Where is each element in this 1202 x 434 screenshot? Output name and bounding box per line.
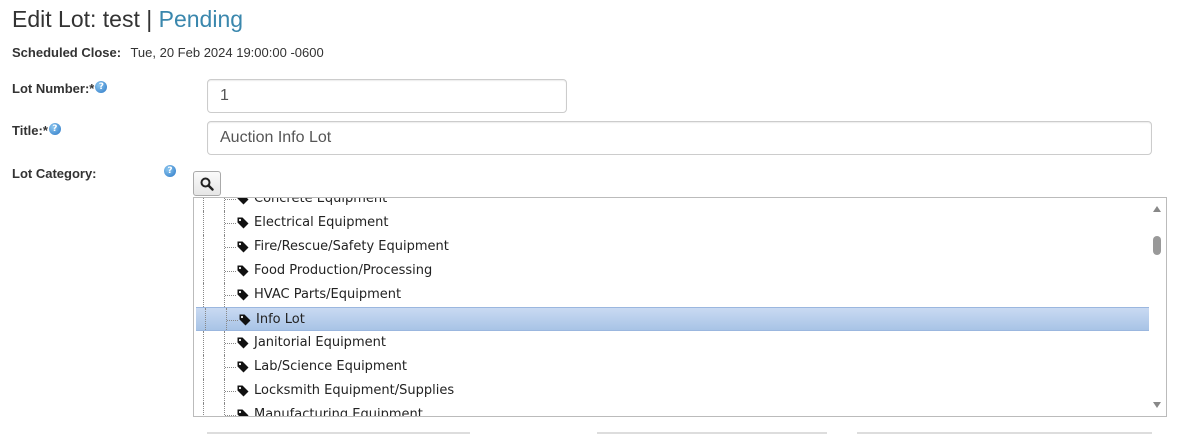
- magnifier-icon: [200, 177, 214, 191]
- category-tree-item[interactable]: Concrete Equipment: [194, 197, 1149, 211]
- title-separator: |: [139, 6, 159, 32]
- tree-line: [203, 331, 204, 355]
- category-tree-item[interactable]: Janitorial Equipment: [194, 331, 1149, 355]
- tag-icon: [237, 361, 249, 373]
- category-tree-item-label: Info Lot: [256, 312, 305, 327]
- lot-status: Pending: [158, 6, 244, 32]
- category-tree-item[interactable]: HVAC Parts/Equipment: [194, 283, 1149, 307]
- tree-line: [225, 367, 236, 368]
- tree-scrollbar[interactable]: [1149, 198, 1166, 416]
- question-circle-icon[interactable]: ?: [164, 165, 176, 177]
- title-label-text: Title:*: [12, 123, 48, 138]
- category-tree-item-label: Locksmith Equipment/Supplies: [254, 383, 455, 398]
- scheduled-close-label: Scheduled Close:: [12, 45, 122, 60]
- category-tree-item-label: Janitorial Equipment: [254, 335, 386, 350]
- title-label: Title:*?: [12, 123, 61, 138]
- tree-line: [225, 343, 236, 344]
- tree-line: [225, 295, 236, 296]
- tree-line: [225, 271, 236, 272]
- category-tree-item[interactable]: Info Lot: [196, 307, 1149, 331]
- category-tree-item-label: Electrical Equipment: [254, 215, 389, 230]
- category-tree-item-label: Lab/Science Equipment: [254, 359, 407, 374]
- tree-line: [203, 403, 204, 416]
- category-tree-item[interactable]: Electrical Equipment: [194, 211, 1149, 235]
- tag-icon: [239, 314, 251, 326]
- tree-line: [203, 355, 204, 379]
- lot-number-label-text: Lot Number:*: [12, 81, 95, 96]
- category-tree-item[interactable]: Locksmith Equipment/Supplies: [194, 379, 1149, 403]
- tree-line: [225, 247, 236, 248]
- category-tree[interactable]: Concrete Equipment Electrical Equipment Fi…: [193, 197, 1167, 417]
- category-tree-item[interactable]: Manufacturing Equipment: [194, 403, 1149, 417]
- tree-line: [225, 391, 236, 392]
- lot-number-input[interactable]: [207, 79, 567, 113]
- page-title-prefix: Edit Lot:: [12, 6, 103, 32]
- category-tree-item-label: Manufacturing Equipment: [254, 407, 423, 417]
- page-title: Edit Lot: test | Pending: [12, 6, 243, 33]
- category-tree-item[interactable]: Food Production/Processing: [194, 259, 1149, 283]
- scroll-down-arrow-icon[interactable]: [1153, 402, 1161, 408]
- tree-line: [205, 308, 206, 330]
- tag-icon: [237, 241, 249, 253]
- tree-line: [203, 198, 204, 211]
- scheduled-close-value: Tue, 20 Feb 2024 19:00:00 -0600: [130, 45, 324, 60]
- question-circle-icon[interactable]: ?: [95, 81, 108, 93]
- tag-icon: [237, 409, 249, 416]
- scroll-up-arrow-icon[interactable]: [1153, 206, 1161, 212]
- lot-name: test: [102, 6, 140, 32]
- tree-line: [203, 235, 204, 259]
- category-search-button[interactable]: [193, 171, 221, 196]
- tree-line: [203, 283, 204, 307]
- scheduled-close: Scheduled Close: Tue, 20 Feb 2024 19:00:…: [12, 45, 324, 60]
- tag-icon: [237, 385, 249, 397]
- tag-icon: [237, 289, 249, 301]
- tree-line: [226, 308, 227, 330]
- question-circle-icon[interactable]: ?: [48, 123, 61, 135]
- category-tree-item-label: HVAC Parts/Equipment: [254, 287, 402, 302]
- category-tree-item-label: Fire/Rescue/Safety Equipment: [254, 239, 449, 254]
- tag-icon: [237, 265, 249, 277]
- tree-line: [203, 259, 204, 283]
- tree-line: [225, 223, 236, 224]
- title-input[interactable]: [207, 121, 1152, 155]
- lot-number-label: Lot Number:*?: [12, 81, 108, 96]
- tag-icon: [237, 337, 249, 349]
- tag-icon: [237, 217, 249, 229]
- category-tree-item-label: Food Production/Processing: [254, 263, 433, 278]
- category-tree-item[interactable]: Lab/Science Equipment: [194, 355, 1149, 379]
- tree-line: [227, 320, 238, 321]
- scroll-thumb[interactable]: [1153, 236, 1161, 255]
- tree-line: [225, 415, 236, 416]
- tree-line: [225, 199, 236, 200]
- lot-category-label: Lot Category:: [12, 166, 97, 181]
- category-tree-list: Concrete Equipment Electrical Equipment Fi…: [194, 197, 1149, 417]
- tree-line: [203, 379, 204, 403]
- category-tree-item-label: Concrete Equipment: [254, 197, 388, 206]
- tag-icon: [237, 198, 249, 205]
- category-tree-item[interactable]: Fire/Rescue/Safety Equipment: [194, 235, 1149, 259]
- tree-line: [203, 211, 204, 235]
